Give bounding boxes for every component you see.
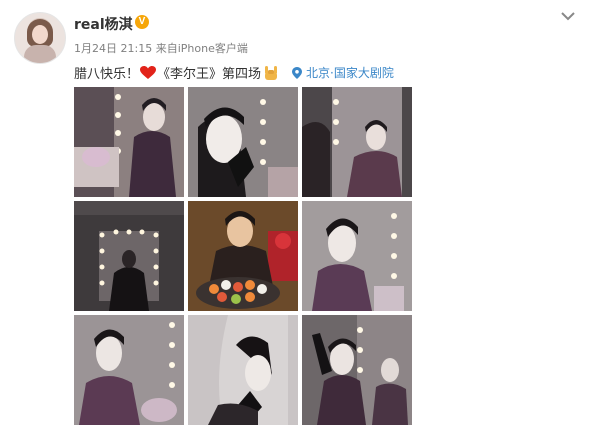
- avatar[interactable]: [14, 12, 66, 64]
- photo-thumbnail[interactable]: [302, 201, 412, 311]
- verified-badge-icon: V: [135, 15, 149, 29]
- red-heart-icon: [140, 65, 157, 79]
- rock-hand-icon: [265, 65, 278, 80]
- photo-thumbnail[interactable]: [74, 87, 184, 197]
- location-link[interactable]: 北京·国家大剧院: [292, 64, 394, 81]
- photo-thumbnail[interactable]: [74, 315, 184, 425]
- location-label[interactable]: 北京·国家大剧院: [306, 64, 394, 81]
- username[interactable]: real杨淇: [74, 14, 133, 34]
- photo-thumbnail[interactable]: [302, 315, 412, 425]
- post-source[interactable]: iPhone客户端: [178, 42, 248, 55]
- post-date[interactable]: 1月24日 21:15: [74, 42, 152, 55]
- chevron-down-icon[interactable]: [560, 10, 576, 22]
- post-text: 腊八快乐！ 《李尔王》第四场 北京·国家大剧院: [74, 63, 394, 82]
- photo-thumbnail[interactable]: [302, 87, 412, 197]
- source-prefix: 来自: [155, 42, 178, 55]
- photo-thumbnail[interactable]: [188, 315, 298, 425]
- location-pin-icon: [292, 66, 303, 79]
- photo-thumbnail[interactable]: [188, 87, 298, 197]
- post-meta: 1月24日 21:15 来自iPhone客户端: [74, 40, 248, 56]
- photo-thumbnail[interactable]: [188, 201, 298, 311]
- photo-grid: [74, 87, 412, 425]
- post-text-start: 腊八快乐！: [74, 67, 140, 82]
- photo-thumbnail[interactable]: [74, 201, 184, 311]
- post-text-end: 《李尔王》第四场: [157, 67, 262, 82]
